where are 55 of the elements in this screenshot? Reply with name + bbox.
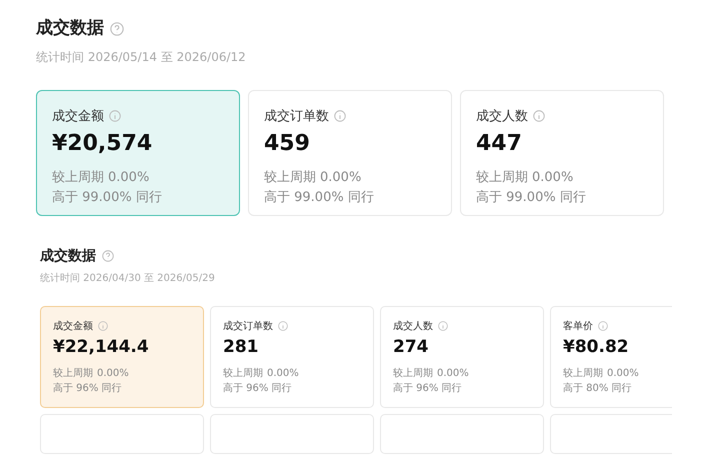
info-icon[interactable]	[533, 110, 545, 122]
rank-text: 高于 96% 同行	[53, 382, 123, 396]
metric-label: 成交金额	[53, 320, 93, 334]
metric-value: ¥22,144.4	[53, 336, 150, 358]
compare-value: 0.00%	[97, 366, 129, 380]
metric-card[interactable]: 成交订单数 459 较上周期 0.00% 高于 99.00% 同行	[248, 90, 452, 216]
compare-value: 0.00%	[108, 169, 150, 187]
rank-text: 高于 99.00% 同行	[476, 189, 587, 207]
section-title: 成交数据	[36, 17, 104, 40]
period-text: 统计时间 2026/04/30 至 2026/05/29	[40, 272, 216, 286]
metric-label: 成交人数	[476, 108, 528, 126]
metric-value: 274	[393, 336, 430, 358]
compare-value: 0.00%	[320, 169, 362, 187]
rank-text: 高于 80% 同行	[563, 382, 633, 396]
metric-value: ¥20,574	[52, 130, 154, 158]
compare-value: 0.00%	[532, 169, 574, 187]
compare-value: 0.00%	[267, 366, 299, 380]
rank-text: 高于 96% 同行	[223, 382, 293, 396]
metric-card[interactable]: 成交人数 274 较上周期 0.00% 高于 96% 同行	[380, 306, 544, 408]
rank-text: 高于 96% 同行	[393, 382, 463, 396]
compare-value: 0.00%	[607, 366, 639, 380]
compare-label: 较上周期	[476, 169, 528, 187]
info-icon[interactable]	[109, 110, 121, 122]
rank-text: 高于 99.00% 同行	[264, 189, 375, 207]
metric-label: 客单价	[563, 320, 593, 334]
info-icon[interactable]	[334, 110, 346, 122]
section-title: 成交数据	[40, 246, 96, 266]
compare-label: 较上周期	[53, 366, 93, 380]
metric-label: 成交订单数	[264, 108, 329, 126]
metric-card[interactable]: 客单价 ¥80.82 较上周期 0.00% 高于 80% 同行	[550, 306, 672, 408]
info-icon[interactable]	[278, 321, 288, 331]
info-icon[interactable]	[598, 321, 608, 331]
compare-label: 较上周期	[393, 366, 433, 380]
compare-label: 较上周期	[52, 169, 104, 187]
metric-card[interactable]: 成交订单数 281 较上周期 0.00% 高于 96% 同行	[210, 306, 374, 408]
compare-value: 0.00%	[437, 366, 469, 380]
info-icon[interactable]	[98, 321, 108, 331]
compare-label: 较上周期	[223, 366, 263, 380]
help-icon[interactable]	[102, 250, 114, 262]
info-icon[interactable]	[438, 321, 448, 331]
metric-value: ¥80.82	[563, 336, 630, 358]
compare-label: 较上周期	[563, 366, 603, 380]
compare-label: 较上周期	[264, 169, 316, 187]
metric-label: 成交人数	[393, 320, 433, 334]
metric-label: 成交金额	[52, 108, 104, 126]
metric-label: 成交订单数	[223, 320, 273, 334]
metric-card[interactable]: 成交金额 ¥22,144.4 较上周期 0.00% 高于 96% 同行	[40, 306, 204, 408]
rank-text: 高于 99.00% 同行	[52, 189, 163, 207]
period-text: 统计时间 2026/05/14 至 2026/06/12	[36, 48, 247, 66]
metric-value: 447	[476, 130, 523, 158]
help-icon[interactable]	[110, 22, 124, 36]
metric-value: 281	[223, 336, 260, 358]
metric-value: 459	[264, 130, 311, 158]
metric-card[interactable]: 成交金额 ¥20,574 较上周期 0.00% 高于 99.00% 同行	[36, 90, 240, 216]
metric-card[interactable]: 成交人数 447 较上周期 0.00% 高于 99.00% 同行	[460, 90, 664, 216]
